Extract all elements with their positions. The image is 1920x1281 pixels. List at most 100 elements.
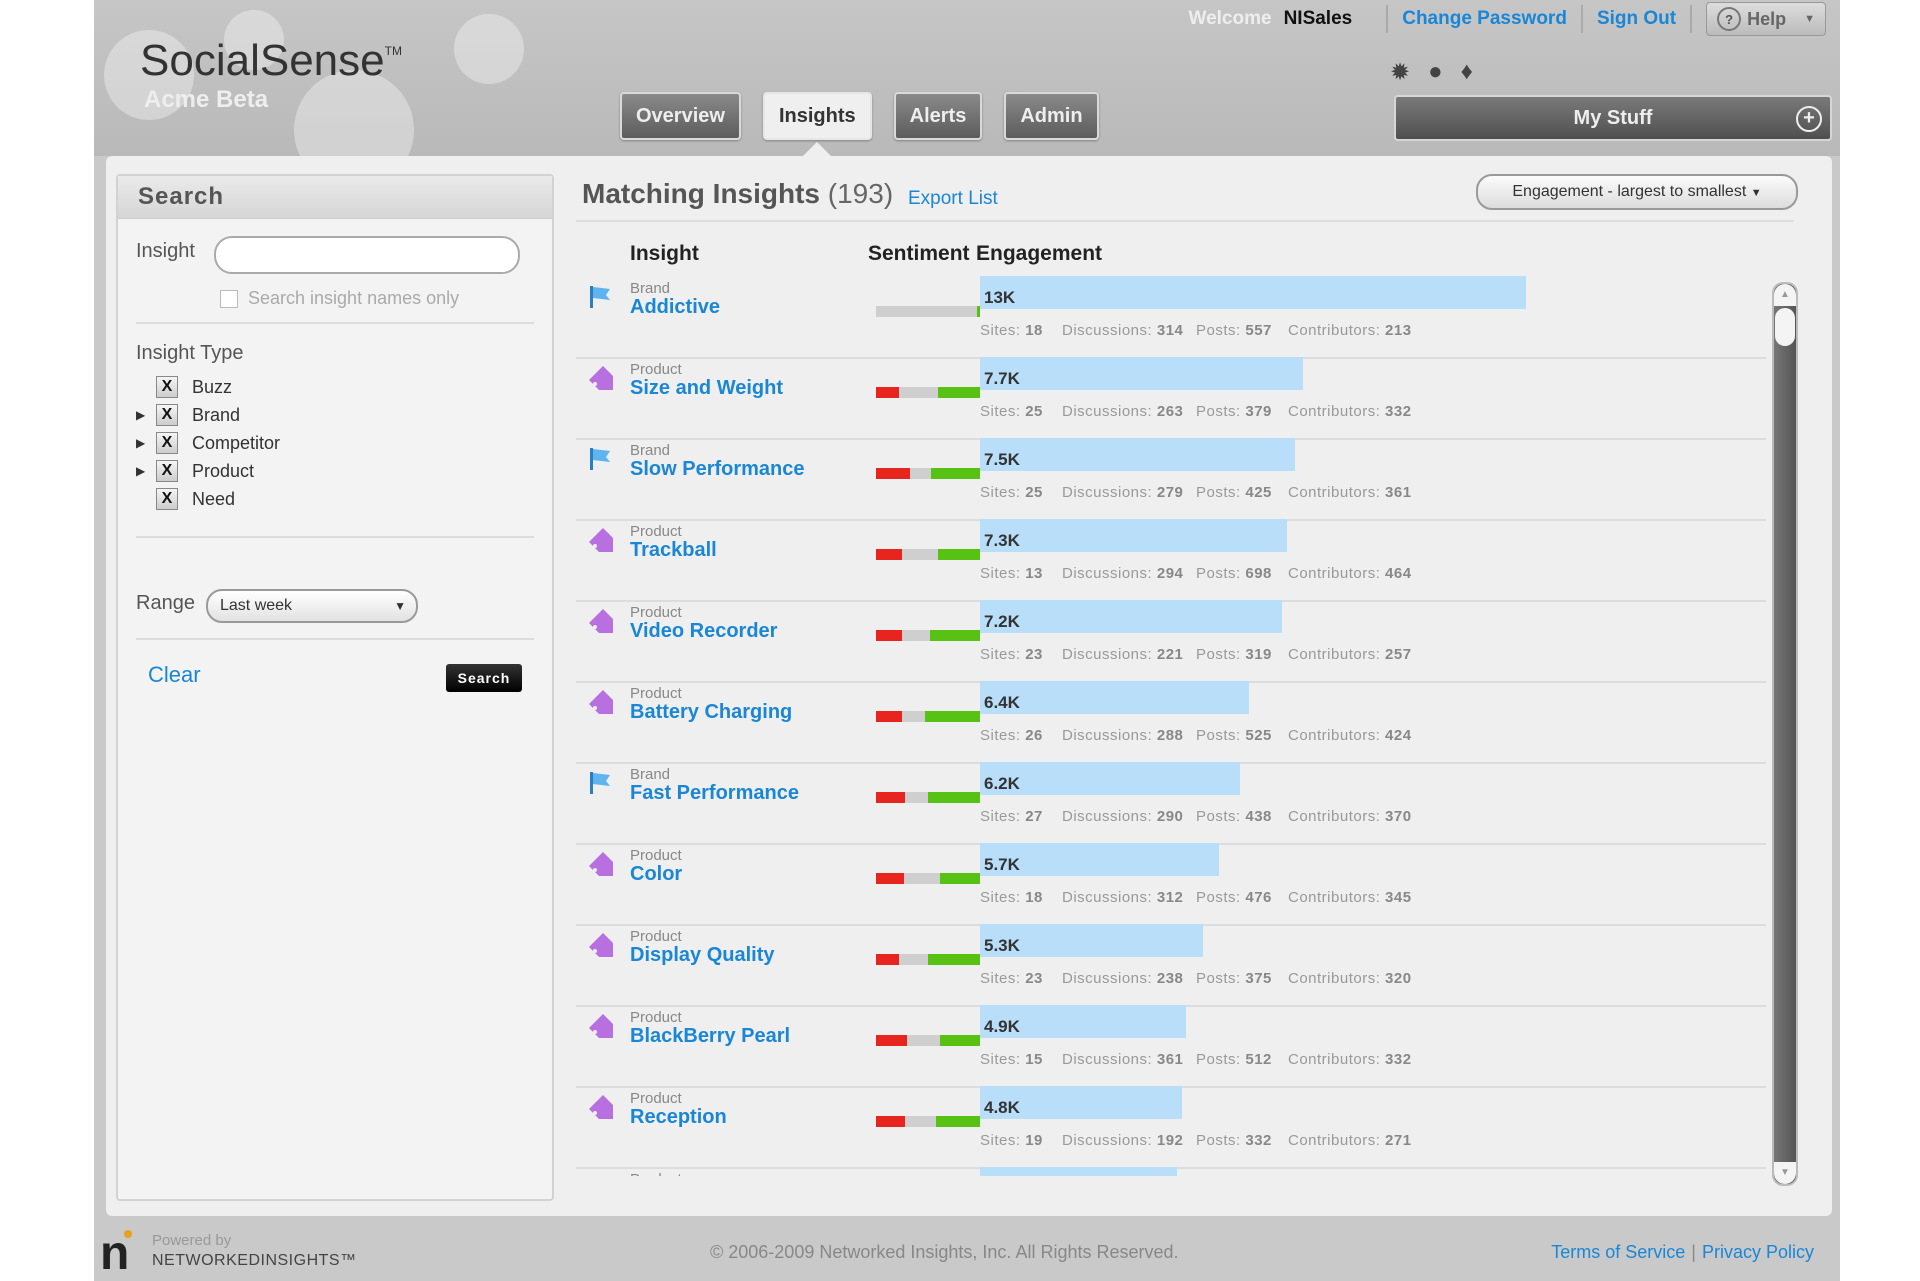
insight-row[interactable]: Product Video Recorder 7.2K Sites: 23 Discus… [576,600,1766,683]
range-select[interactable]: Last week ▼ [206,589,418,623]
type-item-competitor[interactable]: ▶ X Competitor [136,432,280,454]
insight-row[interactable]: Product Color 5.7K Sites: 18 Discussions: 31… [576,843,1766,926]
stat-value: 361 [1385,484,1412,501]
tab-overview[interactable]: Overview [620,92,741,140]
stat-value: 345 [1385,889,1412,906]
insight-name-link[interactable]: Trackball [630,539,717,562]
type-item-need[interactable]: X Need [136,488,235,510]
expand-arrow-icon[interactable]: ▶ [136,408,156,422]
column-header-sentiment[interactable]: Sentiment [868,242,970,266]
insight-row[interactable]: Product Battery Charging 6.4K Sites: 26 Disc… [576,681,1766,764]
sentiment-neutral [907,1035,941,1046]
sentiment-positive [927,954,980,965]
insight-row[interactable]: Brand Addictive 13K Sites: 18 Discussions: 3… [576,276,1766,359]
insight-name-link[interactable]: Fast Performance [630,782,799,805]
insight-name-link[interactable]: Addictive [630,296,720,319]
stat-label: Contributors: [1288,646,1381,663]
insight-name-link[interactable]: Display Quality [630,944,775,967]
scroll-up-icon[interactable]: ▲ [1774,284,1796,306]
lightbulb-icon[interactable]: ♦ [1461,58,1473,87]
stat-label: Contributors: [1288,808,1381,825]
tab-admin[interactable]: Admin [1004,92,1099,140]
insight-row[interactable]: Brand Fast Performance 6.2K Sites: 27 Discus… [576,762,1766,845]
type-item-product[interactable]: ▶ X Product [136,460,254,482]
stat-label: Sites: [980,889,1021,906]
insight-name-link[interactable]: Size and Weight [630,377,783,400]
type-label: Buzz [192,376,233,397]
stat-label: Discussions: [1062,565,1153,582]
expand-arrow-icon[interactable]: ▶ [136,436,156,450]
stat-value: 271 [1385,1132,1412,1149]
type-item-buzz[interactable]: X Buzz [136,376,232,398]
checked-box-icon[interactable]: X [156,488,178,510]
engagement-bar [980,276,1526,309]
add-icon[interactable]: + [1796,106,1822,132]
sentiment-positive [940,1035,980,1046]
stat-label: Contributors: [1288,565,1381,582]
search-button[interactable]: Search [446,664,522,692]
insight-row[interactable]: Product BlackBerry Pearl 4.9K Sites: 15 Disc… [576,1005,1766,1088]
terms-link[interactable]: Terms of Service [1551,1242,1685,1262]
stat-value: 257 [1385,646,1412,663]
tab-insights[interactable]: Insights [762,92,872,140]
my-stuff-bar[interactable]: My Stuff + [1394,95,1832,141]
names-only-checkbox[interactable] [220,289,238,308]
insight-row[interactable]: Product Trackball 7.3K Sites: 13 Discussions… [576,519,1766,602]
expand-arrow-icon[interactable]: ▶ [136,464,156,478]
sentiment-bar [876,1116,980,1127]
insight-category: Product [630,523,682,540]
stat-sites: Sites: 27 [980,808,1043,825]
stat-label: Posts: [1196,565,1241,582]
insight-search-input[interactable] [214,236,520,274]
type-item-brand[interactable]: ▶ X Brand [136,404,240,426]
scroll-thumb[interactable] [1775,308,1795,346]
sentiment-bar [876,711,980,722]
insight-row[interactable]: Product Display Quality 5.3K Sites: 23 Discu… [576,924,1766,1007]
stat-value: 18 [1025,889,1043,906]
insight-name-link[interactable]: Reception [630,1106,727,1129]
sign-out-link[interactable]: Sign Out [1597,8,1676,30]
stat-label: Discussions: [1062,646,1153,663]
gear-icon[interactable]: ✹ [1390,58,1410,87]
insight-name-link[interactable]: BlackBerry Pearl [630,1025,790,1048]
insight-name-link[interactable]: Video Recorder [630,620,777,643]
clear-link[interactable]: Clear [148,662,201,688]
checked-box-icon[interactable]: X [156,460,178,482]
insight-name-link[interactable]: Slow Performance [630,458,805,481]
chat-bubble-icon[interactable]: ● [1428,58,1443,87]
insight-name-link[interactable]: Color [630,863,682,886]
sentiment-bar [876,387,980,398]
column-header-insight[interactable]: Insight [630,242,699,266]
change-password-link[interactable]: Change Password [1402,8,1567,30]
stat-label: Sites: [980,1132,1021,1149]
column-header-engagement[interactable]: Engagement [976,242,1102,266]
stat-posts: Posts: 698 [1196,565,1272,582]
names-only-option[interactable]: Search insight names only [220,288,459,309]
insight-row[interactable]: Product Size and Weight 7.7K Sites: 25 Discu… [576,357,1766,440]
sentiment-bar [876,630,980,641]
checked-box-icon[interactable]: X [156,376,178,398]
checked-box-icon[interactable]: X [156,404,178,426]
chevron-down-icon: ▼ [1750,187,1762,199]
privacy-link[interactable]: Privacy Policy [1702,1242,1814,1262]
insight-row[interactable]: Product [576,1167,1766,1176]
content-frame: Search Insight Search insight names only… [106,156,1832,1216]
insight-row[interactable]: Brand Slow Performance 7.5K Sites: 25 Discus… [576,438,1766,521]
tag-icon [586,363,616,393]
scroll-down-icon[interactable]: ▼ [1774,1162,1796,1184]
stat-value: 19 [1025,1132,1043,1149]
tab-alerts[interactable]: Alerts [893,92,983,140]
stat-value: 192 [1156,1132,1184,1149]
insight-name-link[interactable]: Battery Charging [630,701,792,724]
stat-label: Contributors: [1288,1051,1381,1068]
stat-value: 512 [1245,1051,1272,1068]
stat-sites: Sites: 25 [980,403,1043,420]
checked-box-icon[interactable]: X [156,432,178,454]
stat-label: Posts: [1196,889,1241,906]
help-button[interactable]: ? Help ▼ [1706,2,1826,36]
scrollbar[interactable]: ▲ ▼ [1772,282,1798,1186]
export-list-link[interactable]: Export List [908,188,998,210]
sentiment-bar [876,468,980,479]
insight-row[interactable]: Product Reception 4.8K Sites: 19 Discussions… [576,1086,1766,1169]
sort-select[interactable]: Engagement - largest to smallest ▼ [1476,174,1798,210]
